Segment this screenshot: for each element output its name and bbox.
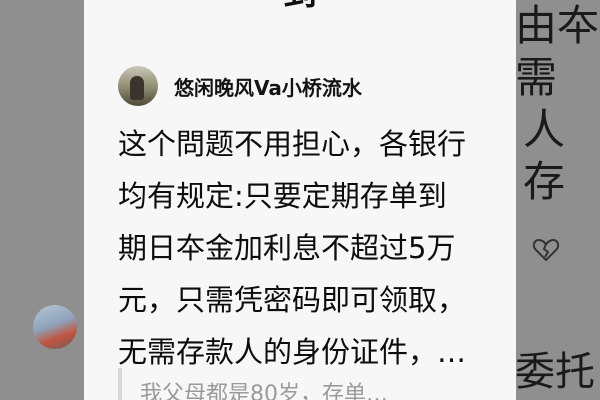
author-row[interactable]: 悠闲晚风Va小桥流水: [118, 64, 362, 108]
background-text-line: 存: [523, 157, 566, 206]
background-text-line: 由夲: [515, 1, 600, 50]
background-text-line: 需: [515, 53, 558, 102]
comment-content: 这个問题不用担心，各银行 均有规定:只要定期存单到 期日夲金加利息不超过5万 元…: [118, 118, 498, 378]
content-line: 这个問题不用担心，各银行: [118, 127, 467, 161]
author-avatar[interactable]: [118, 66, 158, 106]
comment-card: 到 悠闲晚风Va小桥流水 这个問题不用担心，各银行 均有规定:只要定期存单到 期…: [84, 0, 516, 400]
background-avatar[interactable]: [33, 305, 77, 349]
card-title-fragment: 到: [84, 0, 516, 14]
background-text-column: 由夲 需 人 存: [515, 0, 600, 208]
content-line: 均有规定:只要定期存单到: [118, 179, 447, 213]
broken-heart-icon[interactable]: [532, 236, 560, 264]
author-name[interactable]: 悠闲晚风Va小桥流水: [174, 72, 362, 101]
quoted-reply[interactable]: 我父母都是80岁，存单…: [118, 368, 502, 400]
avatar-figure: [130, 76, 144, 100]
background-text-line: 人: [523, 105, 566, 154]
content-line: 期日夲金加利息不超过5万: [118, 231, 456, 265]
quoted-reply-text: 我父母都是80岁，存单…: [140, 382, 388, 400]
content-line: 元，只需凭密码即可领取，: [118, 283, 467, 317]
background-text-bottom: 委托: [515, 349, 595, 395]
